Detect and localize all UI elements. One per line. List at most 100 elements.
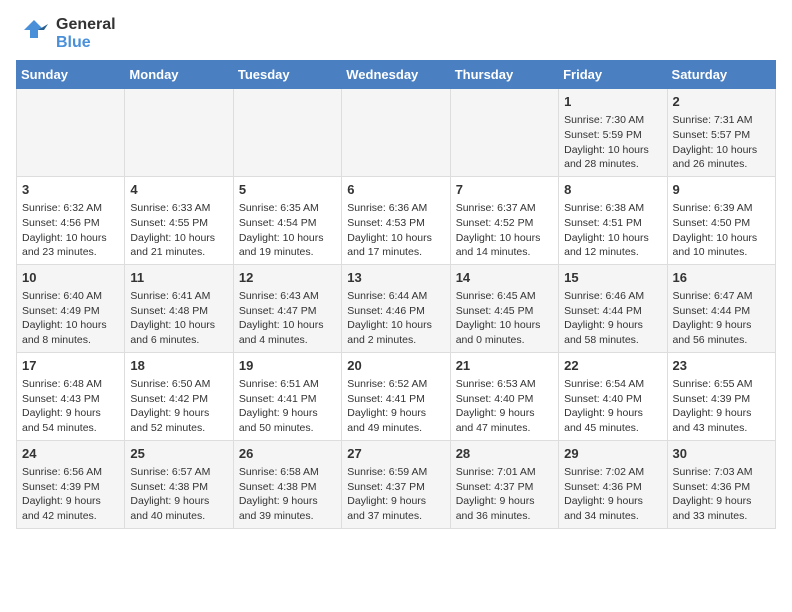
day-header-saturday: Saturday (667, 61, 775, 89)
calendar-cell: 10 Sunrise: 6:40 AM Sunset: 4:49 PM Dayli… (17, 264, 125, 352)
calendar-cell: 7 Sunrise: 6:37 AM Sunset: 4:52 PM Daylig… (450, 176, 558, 264)
calendar-cell: 21 Sunrise: 6:53 AM Sunset: 4:40 PM Dayli… (450, 352, 558, 440)
day-number: 7 (456, 181, 553, 199)
day-info: Sunrise: 6:36 AM Sunset: 4:53 PM Dayligh… (347, 201, 444, 260)
day-number: 2 (673, 93, 770, 111)
calendar-cell: 30 Sunrise: 7:03 AM Sunset: 4:36 PM Dayli… (667, 440, 775, 528)
day-number: 1 (564, 93, 661, 111)
calendar-week-row: 24 Sunrise: 6:56 AM Sunset: 4:39 PM Dayli… (17, 440, 776, 528)
calendar-week-row: 10 Sunrise: 6:40 AM Sunset: 4:49 PM Dayli… (17, 264, 776, 352)
day-number: 19 (239, 357, 336, 375)
calendar-cell: 25 Sunrise: 6:57 AM Sunset: 4:38 PM Dayli… (125, 440, 233, 528)
calendar-cell: 18Sunrise: 6:50 AM Sunset: 4:42 PM Dayli… (125, 352, 233, 440)
day-number: 26 (239, 445, 336, 463)
day-number: 12 (239, 269, 336, 287)
calendar-cell (342, 89, 450, 177)
day-number: 27 (347, 445, 444, 463)
day-header-sunday: Sunday (17, 61, 125, 89)
day-number: 16 (673, 269, 770, 287)
day-header-monday: Monday (125, 61, 233, 89)
day-number: 14 (456, 269, 553, 287)
logo: General Blue (16, 16, 116, 52)
calendar-cell: 26 Sunrise: 6:58 AM Sunset: 4:38 PM Dayli… (233, 440, 341, 528)
day-info: Sunrise: 6:38 AM Sunset: 4:51 PM Dayligh… (564, 201, 661, 260)
calendar-cell: 22Sunrise: 6:54 AM Sunset: 4:40 PM Dayli… (559, 352, 667, 440)
day-number: 10 (22, 269, 119, 287)
calendar-cell: 1Sunrise: 7:30 AM Sunset: 5:59 PM Daylig… (559, 89, 667, 177)
calendar-cell: 5 Sunrise: 6:35 AM Sunset: 4:54 PM Daylig… (233, 176, 341, 264)
day-info: Sunrise: 6:51 AM Sunset: 4:41 PM Dayligh… (239, 377, 336, 436)
day-number: 28 (456, 445, 553, 463)
day-header-wednesday: Wednesday (342, 61, 450, 89)
day-info: Sunrise: 6:35 AM Sunset: 4:54 PM Dayligh… (239, 201, 336, 260)
calendar-week-row: 1Sunrise: 7:30 AM Sunset: 5:59 PM Daylig… (17, 89, 776, 177)
calendar-table: SundayMondayTuesdayWednesdayThursdayFrid… (16, 60, 776, 529)
calendar-cell (450, 89, 558, 177)
calendar-cell: 15 Sunrise: 6:46 AM Sunset: 4:44 PM Dayli… (559, 264, 667, 352)
day-header-thursday: Thursday (450, 61, 558, 89)
day-info: Sunrise: 6:58 AM Sunset: 4:38 PM Dayligh… (239, 465, 336, 524)
calendar-cell: 12 Sunrise: 6:43 AM Sunset: 4:47 PM Dayli… (233, 264, 341, 352)
day-number: 30 (673, 445, 770, 463)
day-info: Sunrise: 7:02 AM Sunset: 4:36 PM Dayligh… (564, 465, 661, 524)
day-info: Sunrise: 6:52 AM Sunset: 4:41 PM Dayligh… (347, 377, 444, 436)
day-info: Sunrise: 6:41 AM Sunset: 4:48 PM Dayligh… (130, 289, 227, 348)
logo-text: General Blue (56, 16, 116, 52)
calendar-cell: 13Sunrise: 6:44 AM Sunset: 4:46 PM Dayli… (342, 264, 450, 352)
day-number: 8 (564, 181, 661, 199)
day-number: 3 (22, 181, 119, 199)
day-info: Sunrise: 6:40 AM Sunset: 4:49 PM Dayligh… (22, 289, 119, 348)
day-info: Sunrise: 6:57 AM Sunset: 4:38 PM Dayligh… (130, 465, 227, 524)
calendar-cell: 4Sunrise: 6:33 AM Sunset: 4:55 PM Daylig… (125, 176, 233, 264)
calendar-cell: 27 Sunrise: 6:59 AM Sunset: 4:37 PM Dayli… (342, 440, 450, 528)
calendar-cell: 17 Sunrise: 6:48 AM Sunset: 4:43 PM Dayli… (17, 352, 125, 440)
day-number: 24 (22, 445, 119, 463)
day-info: Sunrise: 6:43 AM Sunset: 4:47 PM Dayligh… (239, 289, 336, 348)
calendar-header-row: SundayMondayTuesdayWednesdayThursdayFrid… (17, 61, 776, 89)
calendar-cell: 3Sunrise: 6:32 AM Sunset: 4:56 PM Daylig… (17, 176, 125, 264)
day-number: 20 (347, 357, 444, 375)
day-info: Sunrise: 6:47 AM Sunset: 4:44 PM Dayligh… (673, 289, 770, 348)
day-info: Sunrise: 6:53 AM Sunset: 4:40 PM Dayligh… (456, 377, 553, 436)
day-info: Sunrise: 6:55 AM Sunset: 4:39 PM Dayligh… (673, 377, 770, 436)
day-header-friday: Friday (559, 61, 667, 89)
day-info: Sunrise: 6:37 AM Sunset: 4:52 PM Dayligh… (456, 201, 553, 260)
day-info: Sunrise: 6:33 AM Sunset: 4:55 PM Dayligh… (130, 201, 227, 260)
calendar-cell: 16 Sunrise: 6:47 AM Sunset: 4:44 PM Dayli… (667, 264, 775, 352)
day-number: 11 (130, 269, 227, 287)
calendar-cell: 9 Sunrise: 6:39 AM Sunset: 4:50 PM Daylig… (667, 176, 775, 264)
day-number: 23 (673, 357, 770, 375)
calendar-cell (125, 89, 233, 177)
calendar-cell (17, 89, 125, 177)
day-number: 9 (673, 181, 770, 199)
calendar-cell: 8 Sunrise: 6:38 AM Sunset: 4:51 PM Daylig… (559, 176, 667, 264)
day-info: Sunrise: 6:59 AM Sunset: 4:37 PM Dayligh… (347, 465, 444, 524)
calendar-cell: 29 Sunrise: 7:02 AM Sunset: 4:36 PM Dayli… (559, 440, 667, 528)
day-number: 5 (239, 181, 336, 199)
day-info: Sunrise: 6:46 AM Sunset: 4:44 PM Dayligh… (564, 289, 661, 348)
day-header-tuesday: Tuesday (233, 61, 341, 89)
day-number: 25 (130, 445, 227, 463)
day-info: Sunrise: 7:03 AM Sunset: 4:36 PM Dayligh… (673, 465, 770, 524)
calendar-cell (233, 89, 341, 177)
calendar-cell: 2 Sunrise: 7:31 AM Sunset: 5:57 PM Daylig… (667, 89, 775, 177)
day-info: Sunrise: 7:31 AM Sunset: 5:57 PM Dayligh… (673, 113, 770, 172)
day-number: 15 (564, 269, 661, 287)
day-number: 29 (564, 445, 661, 463)
calendar-cell: 24 Sunrise: 6:56 AM Sunset: 4:39 PM Dayli… (17, 440, 125, 528)
day-info: Sunrise: 7:01 AM Sunset: 4:37 PM Dayligh… (456, 465, 553, 524)
day-number: 18 (130, 357, 227, 375)
calendar-cell: 28 Sunrise: 7:01 AM Sunset: 4:37 PM Dayli… (450, 440, 558, 528)
calendar-cell: 20 Sunrise: 6:52 AM Sunset: 4:41 PM Dayli… (342, 352, 450, 440)
day-number: 6 (347, 181, 444, 199)
day-info: Sunrise: 6:39 AM Sunset: 4:50 PM Dayligh… (673, 201, 770, 260)
calendar-week-row: 17 Sunrise: 6:48 AM Sunset: 4:43 PM Dayli… (17, 352, 776, 440)
day-info: Sunrise: 6:48 AM Sunset: 4:43 PM Dayligh… (22, 377, 119, 436)
day-number: 21 (456, 357, 553, 375)
day-number: 17 (22, 357, 119, 375)
logo-icon (16, 16, 52, 52)
day-info: Sunrise: 6:56 AM Sunset: 4:39 PM Dayligh… (22, 465, 119, 524)
day-number: 22 (564, 357, 661, 375)
calendar-cell: 11 Sunrise: 6:41 AM Sunset: 4:48 PM Dayli… (125, 264, 233, 352)
header: General Blue (16, 16, 776, 52)
